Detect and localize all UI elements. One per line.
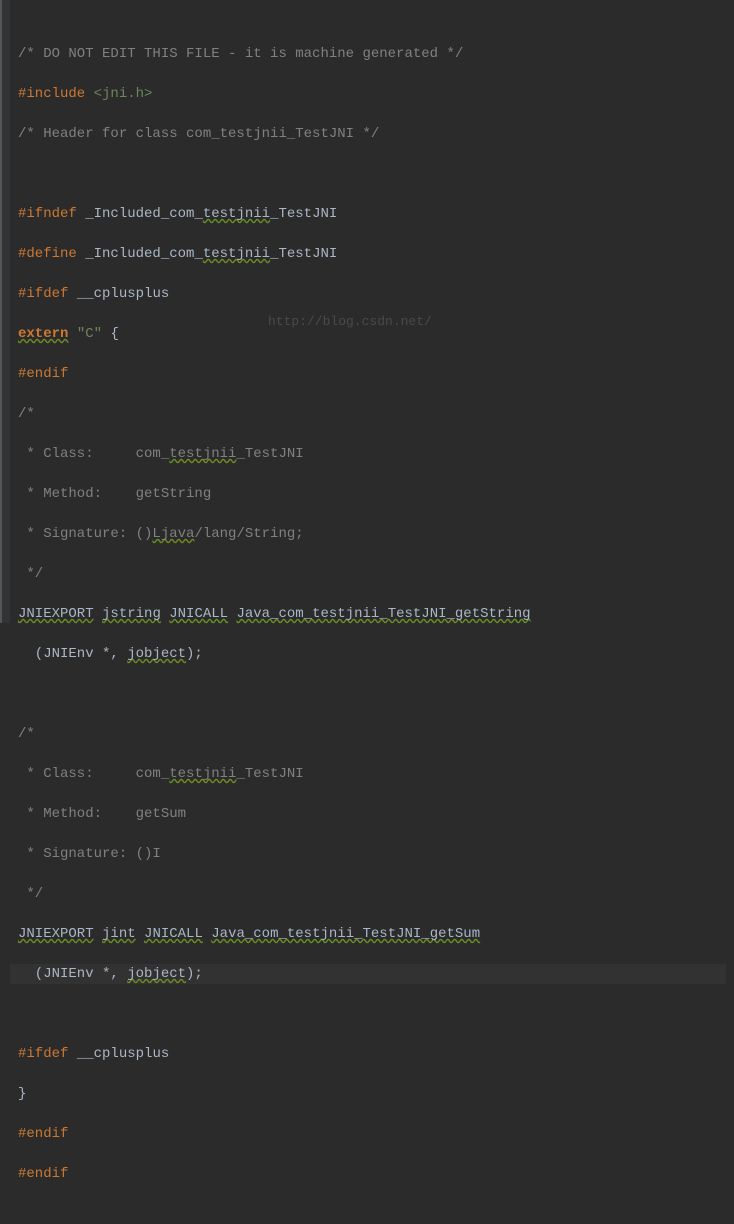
code-text: "C" xyxy=(77,326,102,342)
code-text: */ xyxy=(18,566,43,582)
code-text: __cplusplus xyxy=(77,286,169,302)
code-text: jstring xyxy=(102,606,161,622)
code-text: * Method: getString xyxy=(18,486,211,502)
code-text: { xyxy=(102,326,119,342)
code-text: (JNIEnv *, xyxy=(18,966,127,982)
code-text: Ljava xyxy=(152,526,194,542)
code-text: JNICALL xyxy=(144,926,203,942)
code-text: /lang/String; xyxy=(194,526,303,542)
code-text: _Included_com_ xyxy=(85,246,203,262)
code-text: #endif xyxy=(18,1126,68,1142)
code-text: * Class: com_ xyxy=(18,766,169,782)
code-text: JNIEXPORT xyxy=(18,606,94,622)
code-text: JNICALL xyxy=(169,606,228,622)
code-text: _TestJNI xyxy=(236,446,303,462)
code-text: * Signature: () xyxy=(18,526,152,542)
code-text: /* xyxy=(18,406,35,422)
gutter xyxy=(2,0,10,623)
code-text: Java_com_testjnii_TestJNI_getString xyxy=(236,606,530,622)
code-text: */ xyxy=(18,886,43,902)
code-text: #include xyxy=(18,86,85,102)
code-editor[interactable]: http://blog.csdn.net/ /* DO NOT EDIT THI… xyxy=(0,0,734,623)
code-area[interactable]: http://blog.csdn.net/ /* DO NOT EDIT THI… xyxy=(10,0,734,623)
code-text: _TestJNI xyxy=(236,766,303,782)
code-text: JNIEXPORT xyxy=(18,926,94,942)
code-text: testjnii xyxy=(203,206,270,222)
code-text: Java_com_testjnii_TestJNI_getSum xyxy=(211,926,480,942)
code-text: jobject xyxy=(127,966,186,982)
code-text: ); xyxy=(186,966,203,982)
code-text: /* xyxy=(18,726,35,742)
code-text: /* DO NOT EDIT THIS FILE - it is machine… xyxy=(18,46,463,62)
code-text: ); xyxy=(186,646,203,662)
code-text: __cplusplus xyxy=(77,1046,169,1062)
code-text: testjnii xyxy=(203,246,270,262)
code-text: /* Header for class com_testjnii_TestJNI… xyxy=(18,126,379,142)
code-text: _TestJNI xyxy=(270,206,337,222)
code-text: } xyxy=(18,1086,26,1102)
code-text: testjnii xyxy=(169,446,236,462)
code-text: #ifdef xyxy=(18,286,68,302)
code-text: #ifdef xyxy=(18,1046,68,1062)
code-text: #endif xyxy=(18,1166,68,1182)
code-text: #ifndef xyxy=(18,206,77,222)
code-text: testjnii xyxy=(169,766,236,782)
code-text: _Included_com_ xyxy=(85,206,203,222)
code-text: jint xyxy=(102,926,136,942)
code-text: _TestJNI xyxy=(270,246,337,262)
code-text: jobject xyxy=(127,646,186,662)
code-text: #define xyxy=(18,246,77,262)
code-text: * Signature: ()I xyxy=(18,846,161,862)
code-text: <jni.h> xyxy=(94,86,153,102)
code-text: extern xyxy=(18,326,68,342)
code-text: (JNIEnv *, xyxy=(18,646,127,662)
code-text: * Class: com_ xyxy=(18,446,169,462)
code-text: #endif xyxy=(18,366,68,382)
code-text: * Method: getSum xyxy=(18,806,186,822)
